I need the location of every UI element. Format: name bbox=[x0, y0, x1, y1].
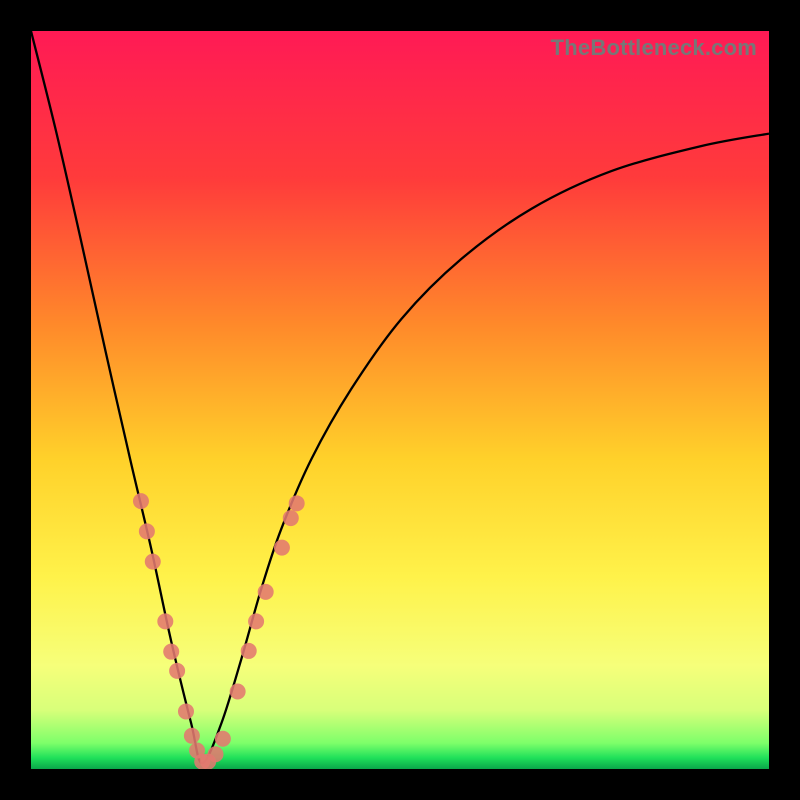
marker-dot bbox=[133, 493, 149, 509]
marker-dot bbox=[258, 584, 274, 600]
watermark-text: TheBottleneck.com bbox=[551, 35, 757, 61]
bottleneck-curve bbox=[31, 31, 769, 763]
curve-layer bbox=[31, 31, 769, 769]
marker-dot bbox=[139, 523, 155, 539]
marker-dot bbox=[230, 684, 246, 700]
marker-dot bbox=[163, 644, 179, 660]
marker-dot bbox=[184, 728, 200, 744]
marker-dot bbox=[157, 613, 173, 629]
marker-dot bbox=[241, 643, 257, 659]
marker-dot bbox=[289, 495, 305, 511]
plot-area: TheBottleneck.com bbox=[31, 31, 769, 769]
marker-dot bbox=[145, 554, 161, 570]
marker-dot bbox=[283, 510, 299, 526]
chart-frame: TheBottleneck.com bbox=[0, 0, 800, 800]
marker-dot bbox=[274, 540, 290, 556]
marker-dot bbox=[178, 703, 194, 719]
marker-dot bbox=[169, 663, 185, 679]
marker-dot bbox=[208, 746, 224, 762]
marker-dot bbox=[215, 731, 231, 747]
marker-dot bbox=[248, 613, 264, 629]
